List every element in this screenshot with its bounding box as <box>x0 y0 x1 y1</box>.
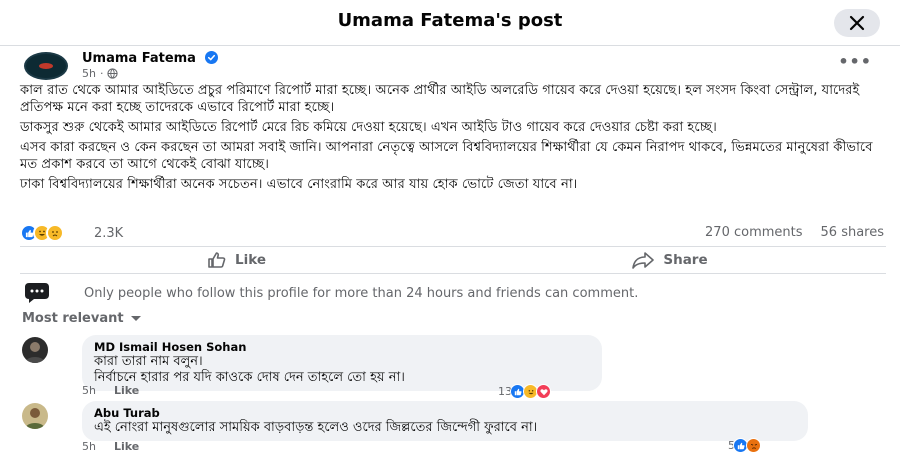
comment-bubble-icon <box>25 283 49 303</box>
dialog-title: Umama Fatema's post <box>337 10 563 31</box>
author-name-row: Umama Fatema <box>82 51 218 66</box>
share-icon <box>632 252 655 269</box>
love-reaction-icon <box>536 384 551 399</box>
comment-like-button[interactable]: Like <box>114 440 139 453</box>
post-actions: Like Share <box>20 246 886 274</box>
angry-reaction-icon <box>746 438 761 453</box>
commenter-avatar[interactable] <box>22 403 48 429</box>
notice-text: Only people who follow this profile for … <box>84 285 639 301</box>
comment-reactions[interactable]: 5 <box>728 438 761 453</box>
post-header: Umama Fatema 5h · ••• <box>20 51 880 82</box>
more-icon[interactable]: ••• <box>838 52 872 71</box>
comment-meta: 5h Like <box>82 440 139 453</box>
post-paragraph: এসব কারা করছেন ও কেন করছেন তা আমরা সবাই … <box>20 140 873 172</box>
reactions-row: 2.3K 270 comments 56 shares <box>20 224 886 244</box>
verified-icon <box>204 51 218 64</box>
post-paragraph: কাল রাত থেকে আমার আইডিতে প্রচুর পরিমাণে … <box>20 83 860 115</box>
chevron-down-icon <box>130 315 141 321</box>
comment-bubble: MD Ismail Hosen Sohan কারা তারা নাম বলুন… <box>82 335 602 391</box>
comment-meta: 5h Like <box>82 384 139 397</box>
comment-like-button[interactable]: Like <box>114 384 139 397</box>
sad-reaction-icon <box>46 224 64 242</box>
close-button[interactable] <box>834 9 880 37</box>
like-label: Like <box>234 252 266 268</box>
comment-text-line: কারা তারা নাম বলুন। <box>94 354 203 369</box>
like-icon <box>208 252 226 268</box>
commenter-name[interactable]: MD Ismail Hosen Sohan <box>94 340 590 354</box>
comments-count[interactable]: 270 comments <box>705 225 802 240</box>
comment-time[interactable]: 5h <box>82 440 96 453</box>
dialog-header: Umama Fatema's post <box>0 0 900 46</box>
reaction-count[interactable]: 2.3K <box>94 226 123 241</box>
author-avatar[interactable] <box>24 52 68 80</box>
share-button[interactable]: Share <box>453 247 886 273</box>
comment-item: MD Ismail Hosen Sohan কারা তারা নাম বলুন… <box>20 335 886 399</box>
comment-filter-label: Most relevant <box>22 311 124 326</box>
reaction-icons[interactable] <box>20 224 64 242</box>
share-label: Share <box>663 252 708 268</box>
globe-icon <box>107 68 119 79</box>
commenter-avatar[interactable] <box>22 337 48 363</box>
comment-bubble: Abu Turab এই নোংরা মানুষগুলোর সাময়িক বা… <box>82 401 808 441</box>
comment-filter[interactable]: Most relevant <box>22 311 142 326</box>
post-body: কাল রাত থেকে আমার আইডিতে প্রচুর পরিমাণে … <box>20 82 886 196</box>
post-meta: 5h · <box>82 67 119 80</box>
comment-restriction-notice: Only people who follow this profile for … <box>20 280 886 306</box>
post-paragraph: ডাকসুর শুরু থেকেই আমার আইডিতে রিপোর্ট মে… <box>20 120 717 135</box>
comment-item: Abu Turab এই নোংরা মানুষগুলোর সাময়িক বা… <box>20 401 886 457</box>
close-icon <box>849 15 865 31</box>
post-time[interactable]: 5h <box>82 67 96 80</box>
post-stats: 270 comments 56 shares <box>705 225 884 240</box>
shares-count[interactable]: 56 shares <box>821 225 884 240</box>
comment-time[interactable]: 5h <box>82 384 96 397</box>
commenter-name[interactable]: Abu Turab <box>94 406 796 420</box>
author-name[interactable]: Umama Fatema <box>82 51 196 66</box>
post-paragraph: ঢাকা বিশ্ববিদ্যালয়ের শিক্ষার্থীরা অনেক … <box>20 177 578 192</box>
comment-text-line: এই নোংরা মানুষগুলোর সাময়িক বাড়বাড়ন্ত … <box>94 420 538 435</box>
notice-icon-wrapper <box>20 280 54 306</box>
comment-reactions[interactable]: 13 <box>498 384 551 399</box>
like-button[interactable]: Like <box>20 247 453 273</box>
